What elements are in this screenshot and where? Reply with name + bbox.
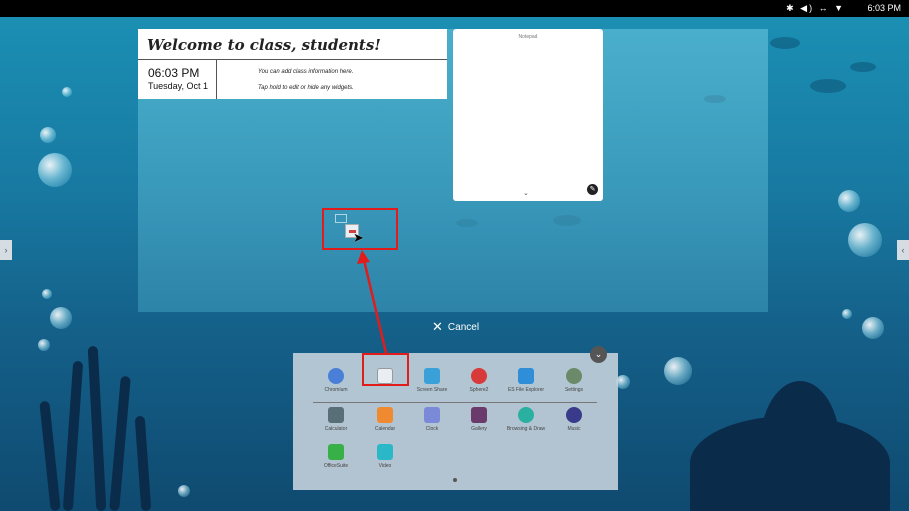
page-right-arrow[interactable]: ‹ bbox=[897, 240, 909, 260]
annotation-arrow bbox=[357, 250, 388, 354]
page-left-arrow[interactable]: › bbox=[0, 240, 12, 260]
